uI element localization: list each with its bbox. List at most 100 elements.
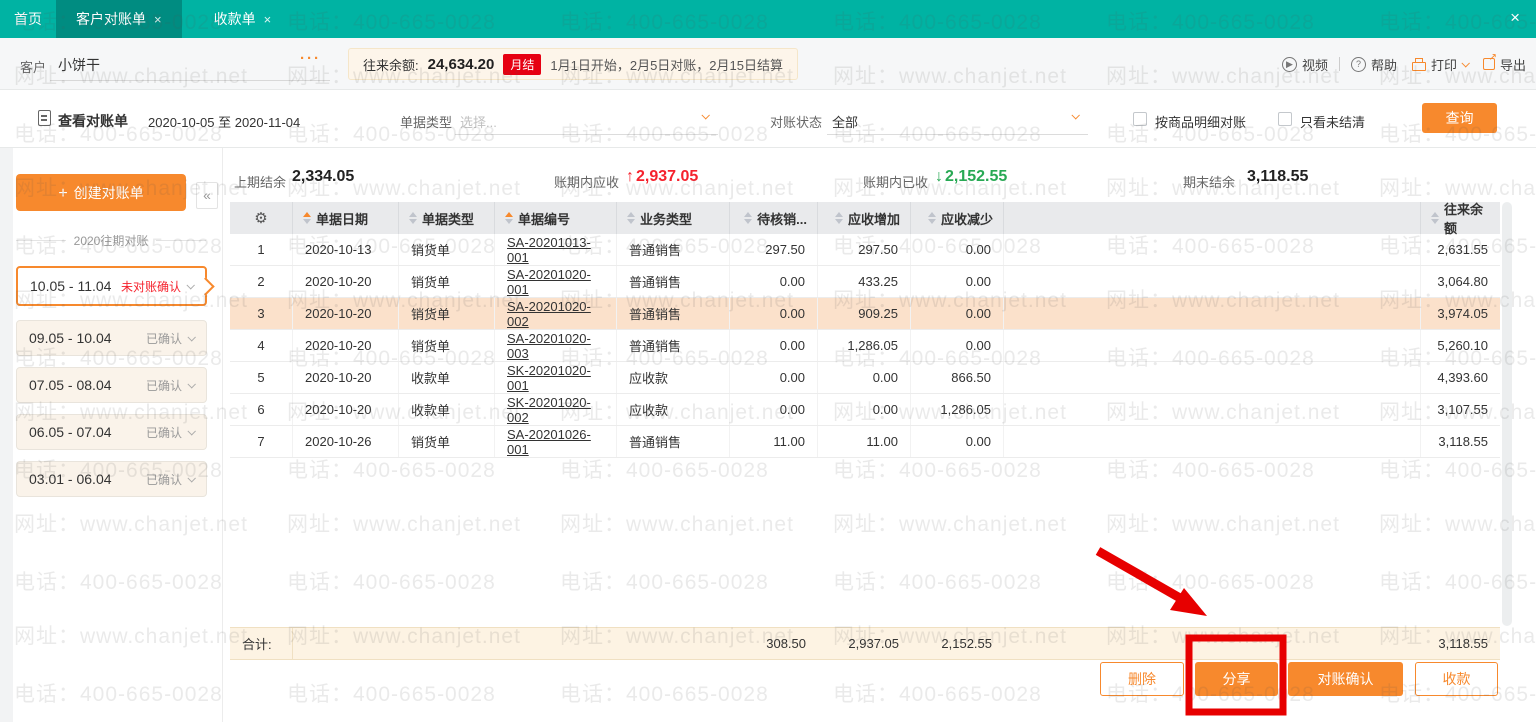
tab-close-icon[interactable]: × bbox=[154, 12, 162, 27]
customer-label: 客户 bbox=[20, 57, 46, 76]
doc-code-link[interactable]: SA-20201020-003 bbox=[507, 331, 604, 361]
row-number: 6 bbox=[230, 394, 293, 425]
detail-checkbox[interactable] bbox=[1133, 112, 1147, 126]
close-icon[interactable]: × bbox=[1510, 9, 1520, 26]
sort-icon[interactable] bbox=[835, 212, 843, 224]
scrollbar-track[interactable] bbox=[1502, 202, 1512, 626]
customer-input-underline bbox=[50, 80, 330, 81]
sort-icon[interactable] bbox=[744, 212, 752, 224]
print-button[interactable]: 打印 bbox=[1412, 55, 1468, 74]
period-range: 03.01 - 06.04 bbox=[29, 471, 146, 487]
table-row[interactable]: 32020-10-20销货单SA-20201020-002普通销售0.00909… bbox=[230, 298, 1500, 330]
doc-type-label: 单据类型 bbox=[400, 112, 452, 131]
period-item[interactable]: 06.05 - 07.04已确认 bbox=[16, 414, 207, 450]
increase-amount: 1,286.05 bbox=[818, 330, 911, 361]
doc-type: 收款单 bbox=[399, 362, 495, 393]
tab-close-icon[interactable]: × bbox=[264, 12, 272, 27]
sort-icon[interactable] bbox=[303, 212, 311, 224]
column-header-decrease[interactable]: 应收减少 bbox=[911, 202, 1004, 234]
doc-code-link[interactable]: SA-20201020-001 bbox=[507, 267, 604, 297]
period-range: 10.05 - 11.04 bbox=[30, 278, 121, 294]
search-button[interactable]: 查询 bbox=[1422, 103, 1497, 133]
period-status: 已确认 bbox=[146, 330, 182, 347]
status-select[interactable]: 全部 bbox=[832, 112, 858, 131]
chevron-down-icon[interactable] bbox=[701, 111, 709, 119]
doc-code: SK-20201020-001 bbox=[495, 362, 617, 393]
tab-receipt[interactable]: 收款单 × bbox=[196, 0, 290, 38]
sort-icon[interactable] bbox=[409, 212, 417, 224]
period-item[interactable]: 03.01 - 06.04已确认 bbox=[16, 461, 207, 497]
balance-amount: 3,064.80 bbox=[1421, 266, 1500, 297]
totals-spacer bbox=[1004, 628, 1421, 659]
date-range-value[interactable]: 2020-10-05 至 2020-11-04 bbox=[148, 112, 300, 131]
doc-code-link[interactable]: SA-20201026-001 bbox=[507, 427, 604, 457]
sort-icon[interactable] bbox=[505, 212, 513, 224]
delete-button[interactable]: 删除 bbox=[1100, 662, 1184, 696]
tab-label: 收款单 bbox=[214, 9, 256, 29]
column-header-biz[interactable]: 业务类型 bbox=[617, 202, 730, 234]
totals-spacer bbox=[399, 628, 495, 659]
chevron-down-icon[interactable] bbox=[1071, 111, 1079, 119]
more-icon[interactable]: ··· bbox=[300, 50, 321, 67]
help-button[interactable]: ? 帮助 bbox=[1351, 55, 1397, 74]
column-header-increase[interactable]: 应收增加 bbox=[818, 202, 911, 234]
create-statement-button[interactable]: +创建对账单 bbox=[16, 174, 186, 211]
export-button[interactable]: 导出 bbox=[1483, 55, 1526, 74]
tab-home[interactable]: 首页 bbox=[0, 0, 56, 38]
unsettled-checkbox[interactable] bbox=[1278, 112, 1292, 126]
sort-icon[interactable] bbox=[1431, 212, 1439, 224]
table-row[interactable]: 12020-10-13销货单SA-20201013-001普通销售297.502… bbox=[230, 234, 1500, 266]
table-row[interactable]: 22020-10-20销货单SA-20201020-001普通销售0.00433… bbox=[230, 266, 1500, 298]
collapse-sidebar-button[interactable]: « bbox=[196, 182, 218, 209]
table-row[interactable]: 42020-10-20销货单SA-20201020-003普通销售0.001,2… bbox=[230, 330, 1500, 362]
period-item[interactable]: 09.05 - 10.04已确认 bbox=[16, 320, 207, 356]
period-item[interactable]: 10.05 - 11.04未对账确认 bbox=[16, 266, 207, 306]
spacer-column bbox=[1004, 394, 1421, 425]
pending-amount: 11.00 bbox=[730, 426, 818, 457]
video-button[interactable]: ▶ 视频 bbox=[1282, 55, 1328, 74]
chevron-down-icon bbox=[1461, 59, 1469, 67]
sort-icon[interactable] bbox=[928, 212, 936, 224]
column-label: 应收增加 bbox=[848, 209, 900, 228]
doc-code-link[interactable]: SK-20201020-002 bbox=[507, 395, 604, 425]
pending-amount: 0.00 bbox=[730, 362, 818, 393]
column-header-date[interactable]: 单据日期 bbox=[293, 202, 399, 234]
column-settings-button[interactable]: ⚙ bbox=[230, 202, 293, 234]
doc-type: 销货单 bbox=[399, 234, 495, 265]
view-statement-label: 查看对账单 bbox=[58, 111, 128, 131]
spacer-column bbox=[1004, 426, 1421, 457]
column-header-code[interactable]: 单据编号 bbox=[495, 202, 617, 234]
doc-code-link[interactable]: SA-20201013-001 bbox=[507, 235, 604, 265]
decrease-amount: 0.00 bbox=[911, 266, 1004, 297]
customer-value[interactable]: 小饼干 bbox=[58, 55, 100, 75]
doc-code-link[interactable]: SA-20201020-002 bbox=[507, 299, 604, 329]
doc-type-select[interactable]: 选择... bbox=[460, 112, 497, 131]
totals-spacer bbox=[495, 628, 617, 659]
table-row[interactable]: 62020-10-20收款单SK-20201020-002应收款0.000.00… bbox=[230, 394, 1500, 426]
row-number: 1 bbox=[230, 234, 293, 265]
confirm-statement-button[interactable]: 对账确认 bbox=[1288, 662, 1403, 696]
doc-code-link[interactable]: SK-20201020-001 bbox=[507, 363, 604, 393]
increase-amount: 11.00 bbox=[818, 426, 911, 457]
balance-amount: 3,974.05 bbox=[1421, 298, 1500, 329]
table-row[interactable]: 72020-10-26销货单SA-20201026-001普通销售11.0011… bbox=[230, 426, 1500, 458]
total-increase: 2,937.05 bbox=[818, 628, 911, 659]
share-button[interactable]: 分享 bbox=[1195, 662, 1278, 696]
received-label: 账期内已收 bbox=[863, 172, 928, 191]
row-number: 4 bbox=[230, 330, 293, 361]
totals-spacer bbox=[293, 628, 399, 659]
sort-icon[interactable] bbox=[627, 212, 635, 224]
doc-code: SA-20201026-001 bbox=[495, 426, 617, 457]
column-header-balance[interactable]: 往来余额 bbox=[1421, 202, 1500, 234]
column-header-type[interactable]: 单据类型 bbox=[399, 202, 495, 234]
row-number: 5 bbox=[230, 362, 293, 393]
period-item[interactable]: 07.05 - 08.04已确认 bbox=[16, 367, 207, 403]
balance-amount: 5,260.10 bbox=[1421, 330, 1500, 361]
decrease-amount: 0.00 bbox=[911, 234, 1004, 265]
tab-customer-statement[interactable]: 客户对账单 × bbox=[56, 0, 182, 38]
table-row[interactable]: 52020-10-20收款单SK-20201020-001应收款0.000.00… bbox=[230, 362, 1500, 394]
column-header-pending[interactable]: 待核销... bbox=[730, 202, 818, 234]
doc-code: SA-20201020-003 bbox=[495, 330, 617, 361]
receive-payment-button[interactable]: 收款 bbox=[1415, 662, 1498, 696]
pending-amount: 0.00 bbox=[730, 298, 818, 329]
